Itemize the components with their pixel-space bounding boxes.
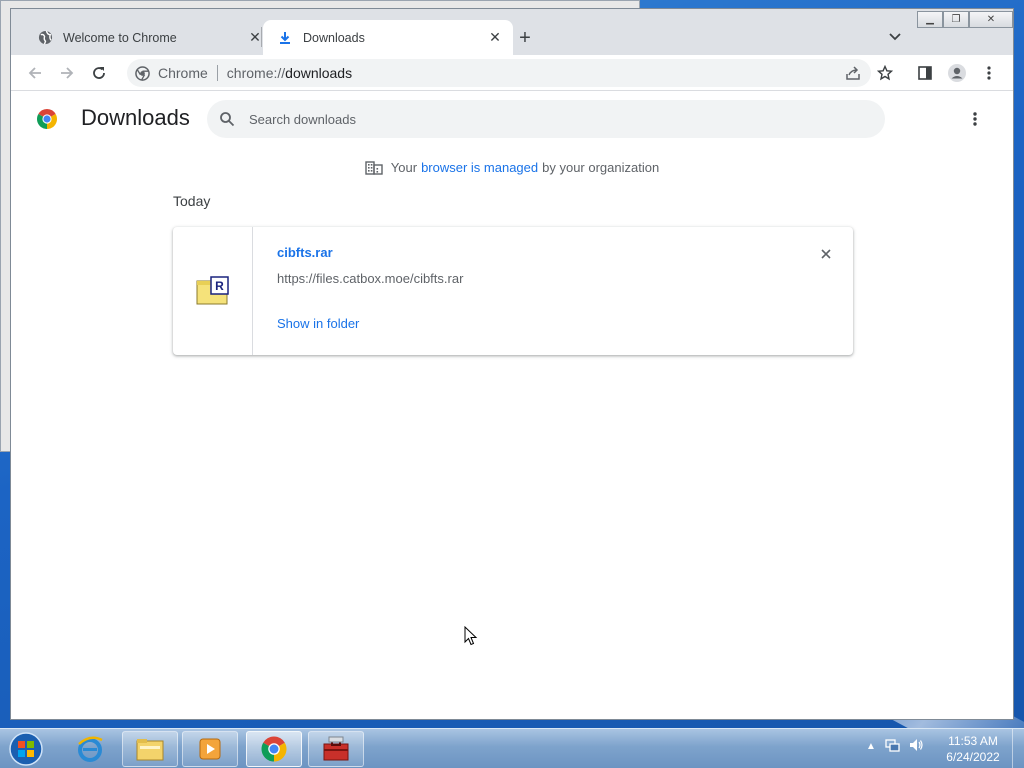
show-hidden-icons-icon[interactable]: ▲ bbox=[866, 741, 876, 752]
file-explorer-icon[interactable] bbox=[122, 731, 178, 767]
chrome-window: Welcome to Chrome ✕ Downloads ✕ + ▁ ❐ ✕ bbox=[10, 8, 1014, 720]
volume-icon[interactable] bbox=[908, 737, 924, 756]
minimize-button[interactable]: ▁ bbox=[917, 11, 943, 28]
toolbox-icon[interactable] bbox=[308, 731, 364, 767]
managed-notice: Your browser is managed by your organiza… bbox=[11, 159, 1013, 175]
page-title: Downloads bbox=[81, 105, 190, 130]
share-icon[interactable] bbox=[843, 63, 863, 83]
search-icon bbox=[219, 111, 235, 127]
toolbar: Chrome chrome://downloads bbox=[11, 55, 1013, 91]
omnibox-divider bbox=[216, 65, 218, 81]
date-section-label: Today bbox=[173, 193, 211, 209]
taskbar: ▲ 11:53 AM 6/24/2022 bbox=[0, 728, 1024, 768]
chrome-icon[interactable] bbox=[246, 731, 302, 767]
mouse-cursor-icon bbox=[464, 625, 478, 651]
address-bar[interactable]: Chrome chrome://downloads bbox=[127, 59, 871, 87]
chrome-logo-icon bbox=[135, 65, 150, 81]
media-player-icon[interactable] bbox=[182, 731, 238, 767]
url-host: downloads bbox=[285, 65, 353, 81]
system-tray: ▲ bbox=[866, 737, 924, 756]
new-tab-button[interactable]: + bbox=[513, 26, 537, 50]
start-button[interactable] bbox=[6, 730, 46, 768]
bookmark-star-icon[interactable] bbox=[875, 63, 895, 83]
tab-separator bbox=[261, 27, 262, 47]
clock-time: 11:53 AM bbox=[948, 734, 998, 748]
rar-file-icon: R bbox=[196, 276, 230, 306]
search-downloads-bar[interactable] bbox=[207, 100, 885, 138]
restore-button[interactable]: ❐ bbox=[943, 11, 969, 28]
reload-button[interactable] bbox=[89, 63, 109, 83]
forward-button[interactable] bbox=[57, 63, 77, 83]
show-in-folder-link[interactable]: Show in folder bbox=[277, 316, 359, 331]
globe-icon bbox=[37, 30, 53, 46]
clock-date: 6/24/2022 bbox=[946, 750, 1000, 764]
side-panel-icon[interactable] bbox=[915, 63, 935, 83]
profile-avatar-icon[interactable] bbox=[947, 63, 967, 83]
clock[interactable]: 11:53 AM 6/24/2022 bbox=[938, 733, 1008, 765]
network-icon[interactable] bbox=[884, 737, 900, 756]
download-item: R cibfts.rar https://files.catbox.moe/ci… bbox=[173, 227, 853, 355]
more-actions-icon[interactable] bbox=[965, 109, 985, 129]
building-icon bbox=[365, 159, 383, 175]
remove-download-icon[interactable] bbox=[817, 245, 835, 263]
close-tab-icon[interactable]: ✕ bbox=[487, 29, 503, 46]
tab-title: Welcome to Chrome bbox=[63, 30, 177, 45]
url-scheme: chrome:// bbox=[226, 65, 286, 81]
internet-explorer-icon[interactable] bbox=[62, 731, 118, 767]
chip-label: Chrome bbox=[158, 65, 208, 81]
chrome-logo-icon bbox=[35, 107, 59, 131]
close-window-button[interactable]: ✕ bbox=[969, 11, 1013, 28]
svg-text:R: R bbox=[215, 279, 224, 293]
back-button[interactable] bbox=[25, 63, 45, 83]
window-controls: ▁ ❐ ✕ bbox=[917, 11, 1013, 28]
chrome-menu-icon[interactable] bbox=[979, 63, 999, 83]
tab-downloads[interactable]: Downloads ✕ bbox=[263, 20, 513, 55]
tab-strip: Welcome to Chrome ✕ Downloads ✕ + ▁ ❐ ✕ bbox=[11, 9, 1013, 55]
download-icon bbox=[277, 30, 293, 46]
file-name-link[interactable]: cibfts.rar bbox=[277, 245, 333, 260]
managed-prefix: Your bbox=[390, 159, 418, 175]
file-icon-column: R bbox=[173, 227, 253, 355]
downloads-page: Downloads Your browser is managed by you… bbox=[11, 91, 1013, 719]
tab-title: Downloads bbox=[303, 30, 365, 45]
show-desktop-button[interactable] bbox=[1012, 729, 1024, 768]
tab-welcome[interactable]: Welcome to Chrome ✕ bbox=[23, 20, 273, 55]
file-source-url: https://files.catbox.moe/cibfts.rar bbox=[277, 271, 464, 286]
managed-link[interactable]: browser is managed bbox=[421, 160, 538, 175]
search-input[interactable] bbox=[249, 111, 809, 127]
site-info-chip[interactable]: Chrome bbox=[127, 65, 208, 81]
tab-search-chevron-icon[interactable] bbox=[885, 27, 905, 47]
downloads-header: Downloads bbox=[11, 91, 1013, 147]
managed-suffix: by your organization bbox=[542, 159, 660, 175]
